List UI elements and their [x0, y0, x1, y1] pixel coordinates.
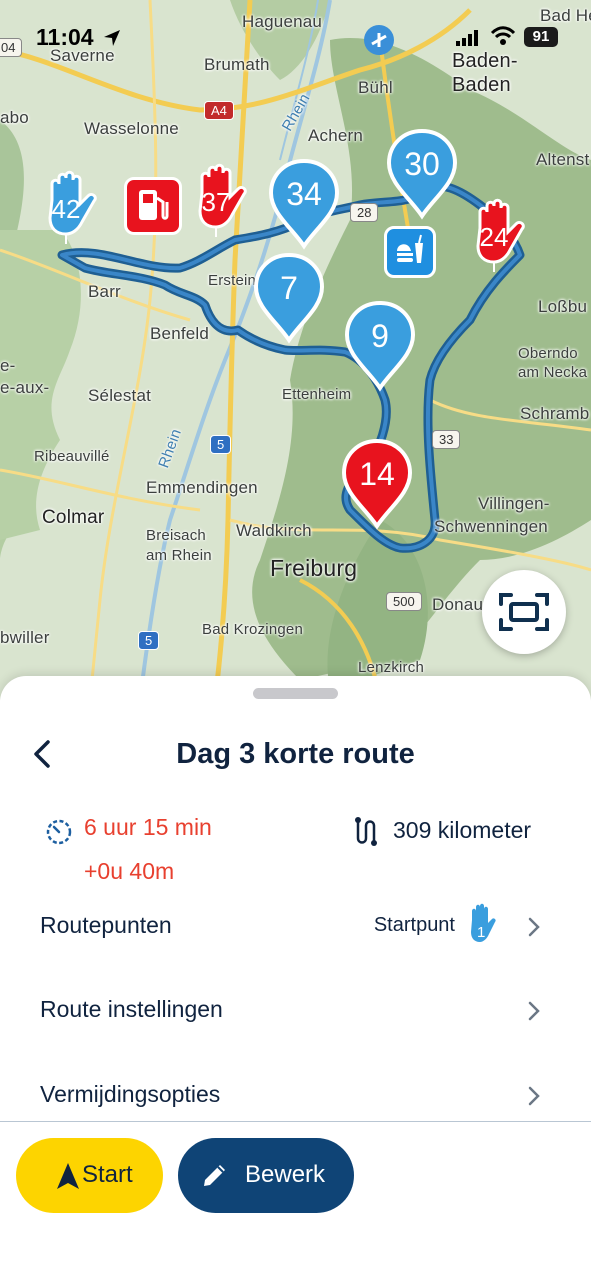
routepoints-row[interactable]: Routepunten Startpunt 1 — [0, 898, 591, 958]
place-label: e- — [0, 356, 16, 375]
fuel-stop-marker[interactable] — [124, 177, 182, 235]
place-label: Schramb — [520, 404, 590, 423]
place-label: Barr — [88, 282, 121, 301]
road-shield: 33 — [432, 430, 461, 449]
marker-number: 30 — [404, 146, 440, 182]
marker-number: 42 — [51, 194, 81, 224]
route-duration: 6 uur 15 min — [84, 814, 212, 840]
place-label: Baden — [452, 74, 511, 96]
cellular-signal-icon — [456, 30, 478, 46]
place-label: Benfeld — [150, 324, 210, 343]
fit-route-button[interactable] — [482, 570, 566, 654]
place-label: abo — [0, 108, 29, 127]
place-label: Waldkirch — [236, 521, 312, 540]
place-label: Lenzkirch — [358, 659, 424, 676]
place-label: bwiller — [0, 628, 50, 647]
waypoint-pin[interactable]: 7 — [253, 252, 325, 344]
route-map[interactable]: Haguenau Saverne Brumath Bühl Baden- Bad… — [0, 0, 591, 700]
place-label: Bad Krozingen — [202, 621, 304, 638]
place-label: am Rhein — [146, 547, 212, 564]
place-label: Erstein — [208, 272, 257, 289]
start-point-number: 1 — [477, 924, 485, 941]
food-icon — [397, 234, 423, 263]
start-navigation-button[interactable]: Start — [16, 1138, 163, 1213]
chevron-right-icon — [528, 917, 540, 937]
route-settings-row[interactable]: Route instellingen — [0, 982, 591, 1042]
navigation-arrow-icon — [57, 1163, 79, 1189]
place-label: Oberndo — [518, 345, 578, 362]
place-label: Colmar — [42, 507, 105, 528]
place-label: Breisach — [146, 527, 206, 544]
edit-route-button[interactable]: Bewerk — [178, 1138, 354, 1213]
row-label: Route instellingen — [40, 996, 223, 1022]
chevron-right-icon — [528, 1001, 540, 1021]
waypoint-pin[interactable]: 14 — [341, 438, 413, 530]
wifi-icon — [490, 26, 516, 45]
marker-number: 34 — [286, 176, 322, 212]
marker-number: 9 — [371, 318, 389, 354]
stopwatch-icon — [46, 819, 72, 845]
row-value: Startpunt — [373, 914, 455, 936]
route-distance-icon — [355, 817, 377, 846]
place-label: Achern — [308, 126, 364, 145]
marker-number: 37 — [201, 187, 231, 217]
waypoint-pin[interactable]: 9 — [344, 300, 416, 392]
place-label: Schwenningen — [434, 517, 548, 536]
place-label: Bühl — [358, 78, 393, 97]
place-label: Villingen- — [478, 494, 550, 513]
road-shield: 5 — [210, 435, 232, 454]
route-title: Dag 3 korte route — [176, 738, 415, 770]
start-point-hand-icon: 1 — [465, 902, 499, 948]
road-shield: 28 — [350, 203, 379, 222]
place-label: Ettenheim — [282, 386, 352, 403]
place-label: e-aux- — [0, 378, 50, 397]
marker-number: 24 — [479, 222, 509, 252]
waypoint-hand-marker[interactable]: 37 — [188, 163, 252, 237]
start-button-label: Start — [82, 1161, 133, 1188]
battery-indicator: 91 — [524, 27, 558, 47]
road-shield: A4 — [204, 101, 234, 120]
frame-icon — [499, 593, 549, 631]
waypoint-pin[interactable]: 30 — [386, 128, 458, 220]
place-label: am Necka — [518, 364, 588, 381]
start-hand-marker[interactable]: 42 — [38, 170, 102, 244]
place-label: Donau — [432, 595, 484, 614]
sheet-grabber[interactable] — [253, 688, 338, 699]
edit-button-label: Bewerk — [245, 1161, 326, 1188]
route-duration-delta: +0u 40m — [84, 858, 175, 884]
marker-number: 7 — [280, 270, 298, 306]
row-label: Vermijdingsopties — [40, 1081, 221, 1107]
restaurant-marker[interactable] — [384, 226, 436, 278]
location-arrow-icon — [104, 30, 120, 46]
status-time: 11:04 — [36, 24, 94, 50]
waypoint-hand-marker[interactable]: 24 — [466, 198, 530, 272]
place-label: Freiburg — [270, 555, 358, 581]
pencil-icon — [204, 1165, 225, 1186]
marker-number: 14 — [359, 456, 395, 492]
place-label: Altenst — [536, 150, 590, 169]
place-label: Ribeauvillé — [34, 448, 110, 465]
divider — [0, 1121, 591, 1122]
status-bar: 11:04 91 — [0, 0, 591, 70]
route-details-sheet: Dag 3 korte route 6 uur 15 min +0u 40m 3… — [0, 676, 591, 1280]
place-label: Sélestat — [88, 386, 152, 405]
fuel-pump-icon — [139, 190, 169, 220]
place-label: Loßbu — [538, 297, 588, 316]
avoidance-options-row[interactable]: Vermijdingsopties — [0, 1067, 591, 1127]
road-shield: 5 — [138, 631, 160, 650]
row-label: Routepunten — [40, 912, 172, 938]
chevron-right-icon — [528, 1086, 540, 1106]
waypoint-pin[interactable]: 34 — [268, 158, 340, 250]
road-shield: 500 — [386, 592, 422, 611]
place-label: Wasselonne — [84, 119, 179, 138]
place-label: Emmendingen — [146, 478, 258, 497]
route-distance: 309 kilometer — [393, 817, 532, 843]
